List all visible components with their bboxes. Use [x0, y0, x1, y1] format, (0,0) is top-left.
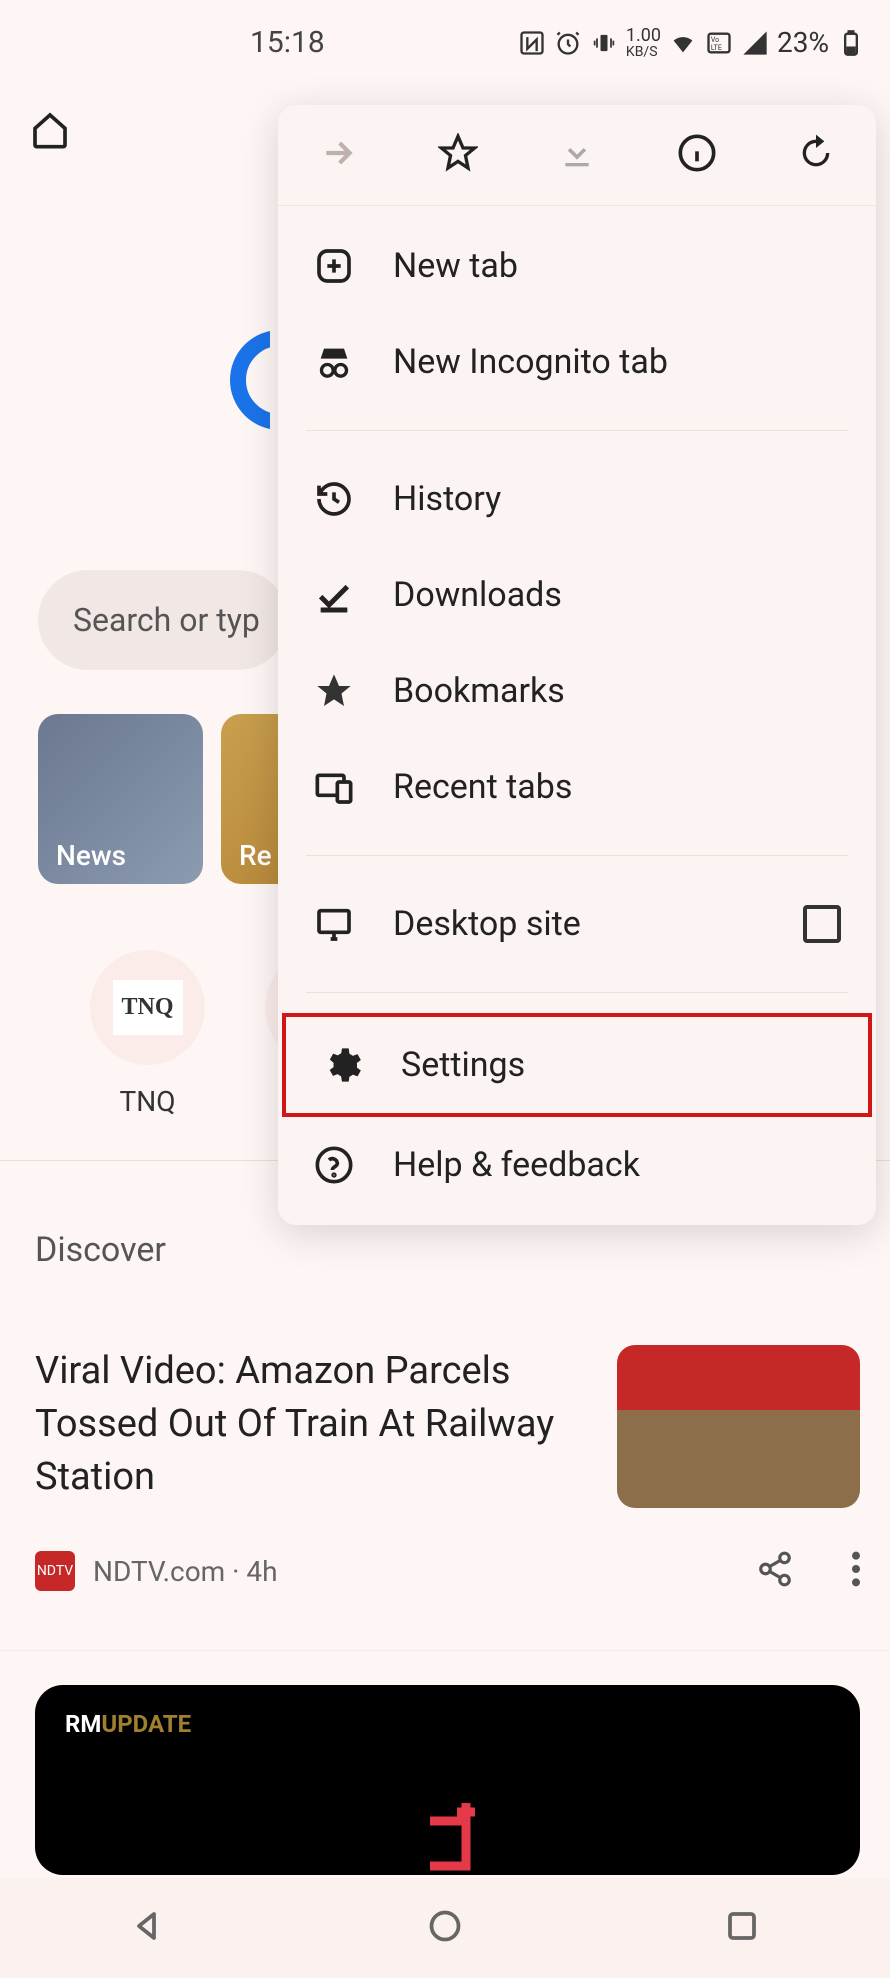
menu-help[interactable]: Help & feedback [278, 1117, 876, 1213]
nav-back-icon[interactable] [130, 1908, 166, 1948]
divider [0, 1650, 890, 1651]
shortcut-tnq[interactable]: TNQ TNQ [90, 950, 205, 1118]
gear-icon [321, 1045, 363, 1085]
article-title: Viral Video: Amazon Parcels Tossed Out O… [35, 1345, 592, 1505]
svg-text:LTE: LTE [711, 44, 722, 52]
menu-incognito[interactable]: New Incognito tab [278, 314, 876, 410]
menu-desktop-site[interactable]: Desktop site [278, 876, 876, 972]
download-icon[interactable] [557, 133, 597, 177]
downloads-icon [313, 575, 355, 615]
menu-new-tab[interactable]: New tab [278, 218, 876, 314]
bookmark-star-icon[interactable] [438, 133, 478, 177]
signal-icon [741, 29, 769, 57]
status-bar: 15:18 1.00 KB/S VoLTE 23% [0, 0, 890, 80]
reload-icon[interactable] [796, 133, 836, 177]
article-card[interactable]: Viral Video: Amazon Parcels Tossed Out O… [35, 1345, 860, 1508]
discover-heading: Discover [35, 1230, 166, 1270]
menu-divider [306, 992, 848, 993]
help-icon [313, 1145, 355, 1185]
menu-bookmarks[interactable]: Bookmarks [278, 643, 876, 739]
share-icon[interactable] [756, 1550, 794, 1592]
menu-divider [306, 430, 848, 431]
article-thumbnail [617, 1345, 860, 1508]
incognito-icon [313, 342, 355, 382]
plus-box-icon [313, 246, 355, 286]
volte-icon: VoLTE [705, 29, 733, 57]
more-icon[interactable] [852, 1551, 860, 1591]
vibrate-icon [590, 29, 618, 57]
search-input[interactable]: Search or typ [38, 570, 288, 670]
status-icons: 1.00 KB/S VoLTE 23% [518, 26, 865, 59]
svg-text:Vo: Vo [711, 35, 719, 43]
desktop-checkbox[interactable] [803, 905, 841, 943]
status-time: 15:18 [25, 25, 325, 60]
menu-downloads[interactable]: Downloads [278, 547, 876, 643]
desktop-icon [313, 904, 355, 944]
menu-history[interactable]: History [278, 451, 876, 547]
info-icon[interactable] [677, 133, 717, 177]
overflow-menu: New tab New Incognito tab History Downlo… [278, 105, 876, 1225]
menu-divider [306, 855, 848, 856]
nav-bar [0, 1878, 890, 1978]
nav-home-icon[interactable] [427, 1908, 463, 1948]
tile-news[interactable]: News [38, 714, 203, 884]
devices-icon [313, 767, 355, 807]
star-filled-icon [313, 671, 355, 711]
home-icon[interactable] [30, 135, 70, 154]
search-placeholder: Search or typ [73, 601, 260, 639]
alarm-icon [554, 29, 582, 57]
menu-settings[interactable]: Settings [282, 1013, 872, 1117]
article-source: NDTV.com · 4h [93, 1555, 278, 1588]
rmupdate-card[interactable]: RMUPDATE [35, 1685, 860, 1875]
battery-icon [837, 29, 865, 57]
network-speed: 1.00 KB/S [626, 27, 661, 59]
wifi-icon [669, 29, 697, 57]
menu-recent-tabs[interactable]: Recent tabs [278, 739, 876, 835]
history-icon [313, 479, 355, 519]
forward-icon[interactable] [318, 133, 358, 177]
nav-recent-icon[interactable] [724, 1908, 760, 1948]
nfc-icon [518, 29, 546, 57]
oneplus-icon [398, 1785, 498, 1875]
rmupdate-logo: RMUPDATE [65, 1710, 830, 1738]
battery-percent: 23% [777, 26, 829, 59]
ndtv-badge: NDTV [35, 1551, 75, 1591]
